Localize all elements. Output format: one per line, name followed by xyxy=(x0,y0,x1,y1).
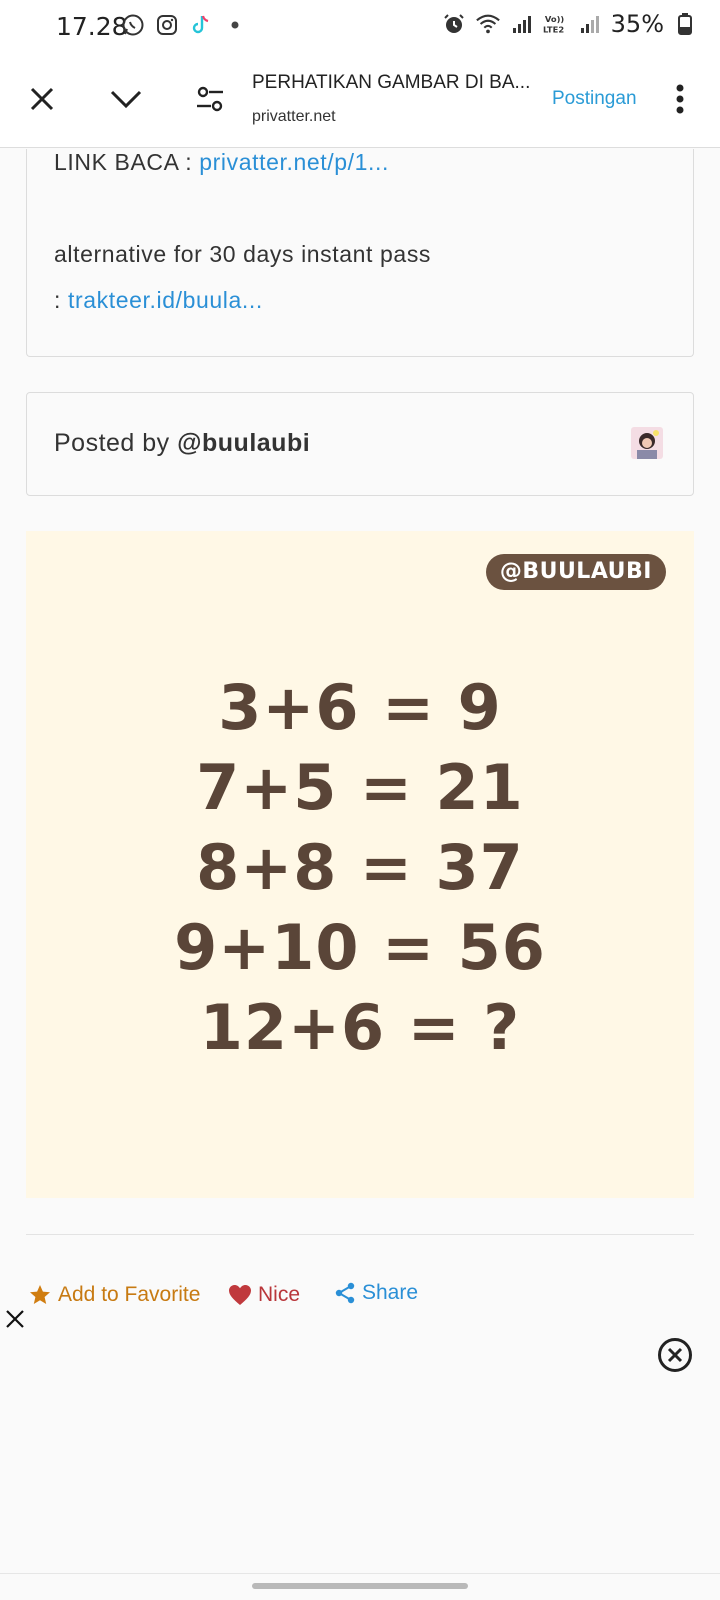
more-vert-icon xyxy=(676,84,684,114)
tune-icon xyxy=(197,86,223,112)
read-link[interactable]: privatter.net/p/1... xyxy=(199,149,389,175)
whatsapp-icon xyxy=(120,12,146,38)
author-username[interactable]: @buulaubi xyxy=(177,429,310,457)
watermark-tag: @BUULAUBI xyxy=(485,554,666,590)
status-bar: 17.28 Vo)) LTE2 35% xyxy=(0,0,720,52)
page-settings-button[interactable] xyxy=(185,74,235,124)
page-title: PERHATIKAN GAMBAR DI BA... xyxy=(252,72,531,93)
signal-icon xyxy=(509,11,535,37)
alternative-prefix: : xyxy=(54,287,68,313)
post-image[interactable]: @BUULAUBI 3+6 = 9 7+5 = 21 8+8 = 37 9+10… xyxy=(26,531,694,1198)
close-icon xyxy=(6,1310,24,1328)
alarm-icon xyxy=(441,11,467,37)
minimize-button[interactable] xyxy=(101,74,151,124)
posted-by-line: Posted by @buulaubi xyxy=(54,429,310,458)
divider xyxy=(26,1234,694,1235)
equation-line: 9+10 = 56 xyxy=(174,911,546,984)
status-time: 17.28 xyxy=(56,12,128,41)
author-avatar[interactable] xyxy=(631,427,663,459)
more-notifications-dot xyxy=(222,12,248,38)
star-icon xyxy=(30,1285,50,1304)
close-tab-button[interactable] xyxy=(17,74,67,124)
dismiss-button[interactable] xyxy=(656,1336,694,1374)
nice-button[interactable]: Nice xyxy=(228,1275,300,1315)
equation-line: 8+8 = 37 xyxy=(196,831,524,904)
share-button[interactable]: Share xyxy=(334,1273,418,1313)
svg-text:LTE2: LTE2 xyxy=(543,24,564,34)
home-gesture-bar[interactable] xyxy=(252,1583,468,1589)
instagram-icon xyxy=(154,12,180,38)
more-options-button[interactable] xyxy=(655,74,705,124)
page-domain: privatter.net xyxy=(252,108,336,125)
browser-toolbar: PERHATIKAN GAMBAR DI BA... privatter.net… xyxy=(0,52,720,148)
wifi-icon xyxy=(475,11,501,37)
posted-by-label: Posted by xyxy=(54,429,178,457)
volte-icon: Vo)) LTE2 xyxy=(543,11,569,37)
equation-line: 3+6 = 9 xyxy=(218,671,502,744)
system-status-icons: Vo)) LTE2 35% xyxy=(441,10,698,38)
heart-icon xyxy=(229,1285,251,1305)
battery-icon xyxy=(672,11,698,37)
post-body-card: LINK BACA : privatter.net/p/1... alterna… xyxy=(26,149,694,357)
close-ad-button[interactable] xyxy=(4,1308,26,1330)
close-icon xyxy=(30,87,54,111)
svg-text:Vo)): Vo)) xyxy=(545,14,565,24)
nice-label: Nice xyxy=(258,1283,301,1306)
notification-icons xyxy=(120,12,248,38)
read-link-line: LINK BACA : privatter.net/p/1... xyxy=(54,149,389,176)
postingan-link[interactable]: Postingan xyxy=(552,88,637,110)
battery-percent: 35% xyxy=(610,10,664,38)
close-circle-icon xyxy=(658,1338,692,1372)
share-label: Share xyxy=(362,1281,419,1304)
chevron-down-icon xyxy=(110,90,142,109)
tiktok-icon xyxy=(188,12,214,38)
read-link-label: LINK BACA : xyxy=(54,149,200,175)
equation-line: 7+5 = 21 xyxy=(196,751,524,824)
add-to-favorite-button[interactable]: Add to Favorite xyxy=(28,1275,200,1315)
add-to-favorite-label: Add to Favorite xyxy=(58,1283,201,1306)
alternative-link-line: : trakteer.id/buula... xyxy=(54,287,263,314)
share-icon xyxy=(335,1282,355,1304)
trakteer-link[interactable]: trakteer.id/buula... xyxy=(68,287,263,313)
alternative-text: alternative for 30 days instant pass xyxy=(54,241,432,267)
signal-2-icon xyxy=(577,11,603,37)
nav-divider xyxy=(0,1573,720,1574)
posted-by-card: Posted by @buulaubi xyxy=(26,392,694,496)
equation-line: 12+6 = ? xyxy=(199,991,521,1064)
